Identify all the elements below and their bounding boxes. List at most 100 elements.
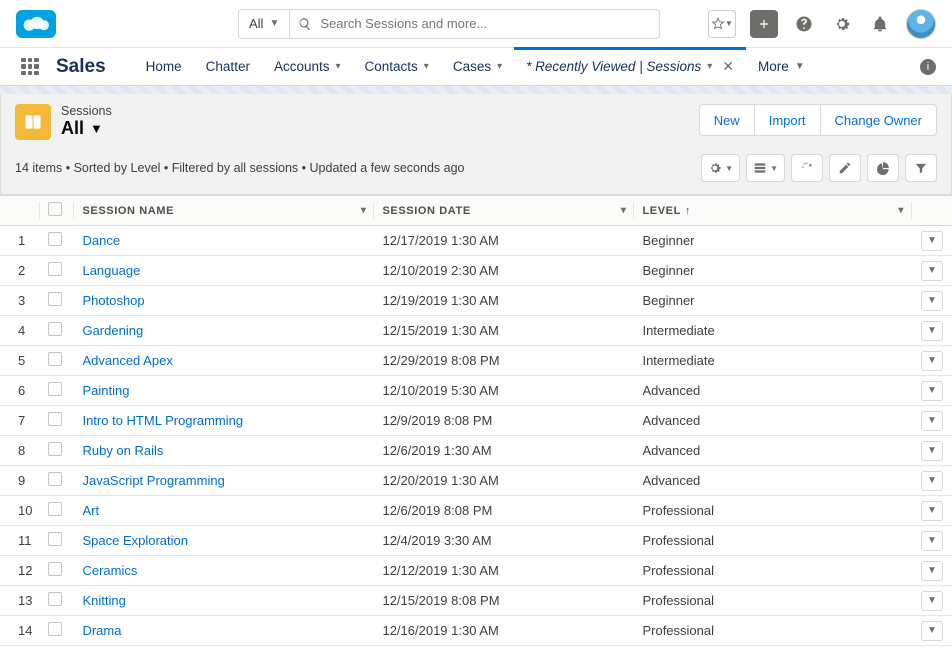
help-button[interactable] xyxy=(792,12,816,36)
col-session-date[interactable]: SESSION DATE▾ xyxy=(374,196,634,226)
filter-button[interactable] xyxy=(905,154,937,182)
session-name-link[interactable]: Drama xyxy=(82,623,121,638)
row-checkbox-cell[interactable] xyxy=(40,316,74,346)
row-number: 14 xyxy=(0,616,40,646)
refresh-button[interactable] xyxy=(791,154,823,182)
close-tab-button[interactable]: ✕ xyxy=(722,58,734,75)
row-checkbox[interactable] xyxy=(48,322,62,336)
row-checkbox-cell[interactable] xyxy=(40,346,74,376)
search-box[interactable] xyxy=(290,9,660,39)
row-checkbox-cell[interactable] xyxy=(40,406,74,436)
chevron-down-icon[interactable]: ▾ xyxy=(497,61,502,72)
row-action-menu[interactable]: ▼ xyxy=(921,411,943,431)
col-level[interactable]: LEVEL↑▾ xyxy=(634,196,912,226)
session-name-link[interactable]: Intro to HTML Programming xyxy=(82,413,243,428)
row-checkbox-cell[interactable] xyxy=(40,616,74,646)
global-actions-button[interactable] xyxy=(750,10,778,38)
inline-edit-button[interactable] xyxy=(829,154,861,182)
display-as-button[interactable]: ▼ xyxy=(746,154,785,182)
row-checkbox-cell[interactable] xyxy=(40,526,74,556)
app-launcher-button[interactable] xyxy=(16,48,44,85)
row-checkbox[interactable] xyxy=(48,442,62,456)
row-checkbox-cell[interactable] xyxy=(40,586,74,616)
row-checkbox[interactable] xyxy=(48,412,62,426)
select-all-checkbox[interactable] xyxy=(48,202,62,216)
session-name-link[interactable]: Photoshop xyxy=(82,293,144,308)
nav-item-accounts[interactable]: Accounts▾ xyxy=(262,48,353,85)
session-name-link[interactable]: Advanced Apex xyxy=(82,353,172,368)
row-checkbox-cell[interactable] xyxy=(40,556,74,586)
info-icon[interactable]: i xyxy=(920,59,936,75)
search-scope-button[interactable]: All ▼ xyxy=(238,9,290,39)
chevron-down-icon[interactable]: ▾ xyxy=(621,205,627,216)
new-button[interactable]: New xyxy=(699,104,755,136)
row-checkbox-cell[interactable] xyxy=(40,256,74,286)
session-name-link[interactable]: Gardening xyxy=(82,323,143,338)
user-avatar[interactable] xyxy=(906,9,936,39)
row-action-menu[interactable]: ▼ xyxy=(921,261,943,281)
favorites-button[interactable]: ▼ xyxy=(708,10,736,38)
chevron-down-icon[interactable]: ▾ xyxy=(707,61,712,72)
nav-item-chatter[interactable]: Chatter xyxy=(194,48,262,85)
row-action-menu[interactable]: ▼ xyxy=(921,501,943,521)
row-checkbox-cell[interactable] xyxy=(40,286,74,316)
nav-item-cases[interactable]: Cases▾ xyxy=(441,48,514,85)
session-name-link[interactable]: JavaScript Programming xyxy=(82,473,224,488)
session-name-link[interactable]: Ruby on Rails xyxy=(82,443,163,458)
row-action-menu[interactable]: ▼ xyxy=(921,381,943,401)
col-checkbox[interactable] xyxy=(40,196,74,226)
row-checkbox[interactable] xyxy=(48,502,62,516)
session-name-link[interactable]: Space Exploration xyxy=(82,533,188,548)
session-name-cell: Knitting xyxy=(74,586,374,616)
row-checkbox[interactable] xyxy=(48,562,62,576)
row-checkbox[interactable] xyxy=(48,532,62,546)
list-view-picker[interactable]: All ▼ xyxy=(61,118,112,139)
row-checkbox-cell[interactable] xyxy=(40,376,74,406)
row-action-menu[interactable]: ▼ xyxy=(921,471,943,491)
chart-button[interactable] xyxy=(867,154,899,182)
nav-item-sessions-active[interactable]: * Recently Viewed | Sessions ▾ ✕ xyxy=(514,48,746,85)
session-name-link[interactable]: Dance xyxy=(82,233,120,248)
row-checkbox-cell[interactable] xyxy=(40,436,74,466)
level-cell: Beginner xyxy=(634,256,912,286)
session-name-link[interactable]: Painting xyxy=(82,383,129,398)
import-button[interactable]: Import xyxy=(755,104,820,136)
row-action-menu[interactable]: ▼ xyxy=(921,591,943,611)
row-action-menu[interactable]: ▼ xyxy=(921,291,943,311)
chevron-down-icon[interactable]: ▾ xyxy=(335,61,340,72)
nav-item-home[interactable]: Home xyxy=(134,48,194,85)
nav-item-more[interactable]: More▼ xyxy=(746,48,817,85)
row-checkbox-cell[interactable] xyxy=(40,466,74,496)
col-session-name[interactable]: SESSION NAME▾ xyxy=(74,196,374,226)
row-checkbox[interactable] xyxy=(48,262,62,276)
row-checkbox[interactable] xyxy=(48,472,62,486)
row-action-menu[interactable]: ▼ xyxy=(921,351,943,371)
chevron-down-icon[interactable]: ▾ xyxy=(898,205,904,216)
row-checkbox[interactable] xyxy=(48,592,62,606)
row-checkbox[interactable] xyxy=(48,232,62,246)
notifications-button[interactable] xyxy=(868,12,892,36)
row-checkbox[interactable] xyxy=(48,292,62,306)
list-controls-button[interactable]: ▼ xyxy=(701,154,740,182)
row-action-menu[interactable]: ▼ xyxy=(921,321,943,341)
row-checkbox[interactable] xyxy=(48,352,62,366)
setup-button[interactable] xyxy=(830,12,854,36)
session-name-link[interactable]: Language xyxy=(82,263,140,278)
row-checkbox[interactable] xyxy=(48,382,62,396)
row-action-menu[interactable]: ▼ xyxy=(921,561,943,581)
session-name-link[interactable]: Ceramics xyxy=(82,563,137,578)
search-input[interactable] xyxy=(320,16,651,31)
change-owner-button[interactable]: Change Owner xyxy=(820,104,937,136)
chevron-down-icon[interactable]: ▾ xyxy=(424,61,429,72)
session-name-link[interactable]: Knitting xyxy=(82,593,125,608)
row-action-menu[interactable]: ▼ xyxy=(921,441,943,461)
row-checkbox-cell[interactable] xyxy=(40,226,74,256)
row-checkbox[interactable] xyxy=(48,622,62,636)
session-name-link[interactable]: Art xyxy=(82,503,99,518)
chevron-down-icon[interactable]: ▾ xyxy=(361,205,367,216)
row-action-menu[interactable]: ▼ xyxy=(921,621,943,641)
row-action-menu[interactable]: ▼ xyxy=(921,531,943,551)
row-action-menu[interactable]: ▼ xyxy=(921,231,943,251)
nav-item-contacts[interactable]: Contacts▾ xyxy=(353,48,441,85)
row-checkbox-cell[interactable] xyxy=(40,496,74,526)
